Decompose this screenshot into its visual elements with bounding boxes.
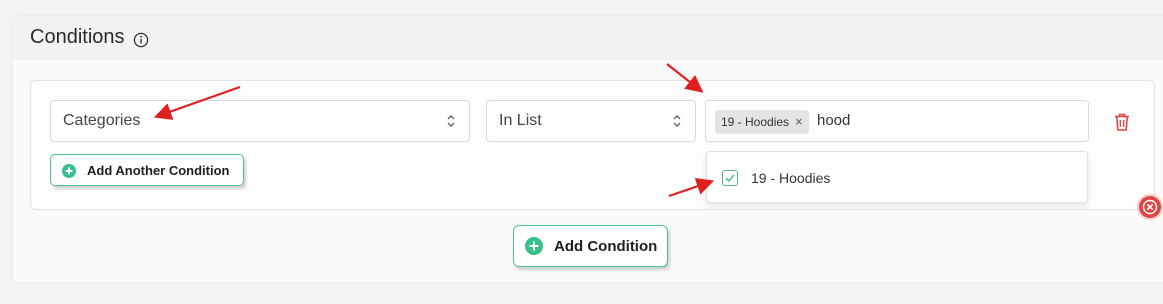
chevron-up-down-icon <box>447 115 455 127</box>
search-input[interactable]: hood <box>817 101 850 141</box>
trash-icon[interactable] <box>1113 112 1131 132</box>
dropdown-menu: 19 - Hoodies <box>706 151 1088 203</box>
operator-select-value: In List <box>499 112 542 129</box>
panel-header: Conditions <box>13 16 1163 60</box>
info-circle-icon[interactable] <box>133 32 149 48</box>
selected-tag-label: 19 - Hoodies <box>721 115 790 129</box>
field-select[interactable]: Categories <box>50 100 470 142</box>
checkbox-checked-icon[interactable] <box>722 170 738 186</box>
add-condition-label: Add Condition <box>554 238 658 255</box>
value-multiselect[interactable]: 19 - Hoodies × hood <box>705 100 1089 142</box>
panel-title: Conditions <box>30 26 125 48</box>
add-another-condition-button[interactable]: Add Another Condition <box>50 154 244 186</box>
add-another-condition-label: Add Another Condition <box>87 163 230 178</box>
dropdown-option-label: 19 - Hoodies <box>751 170 831 186</box>
dropdown-option[interactable]: 19 - Hoodies <box>707 152 1087 202</box>
plus-circle-icon <box>525 237 543 255</box>
add-condition-button[interactable]: Add Condition <box>513 225 668 267</box>
x-icon[interactable]: × <box>795 110 803 134</box>
plus-circle-icon <box>62 164 76 178</box>
chevron-up-down-icon <box>673 115 681 127</box>
selected-tag: 19 - Hoodies × <box>715 110 809 134</box>
operator-select[interactable]: In List <box>486 100 696 142</box>
close-circle-icon[interactable] <box>1139 196 1161 218</box>
field-select-value: Categories <box>63 112 141 129</box>
